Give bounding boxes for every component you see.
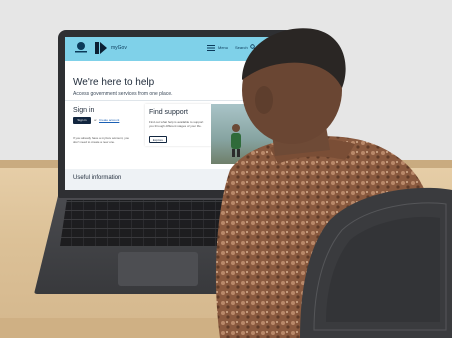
government-crest-icon [75, 42, 87, 53]
photo-scene: myGov Menu Search We're here to help Acc… [0, 0, 452, 338]
page-title: We're here to help [73, 77, 155, 88]
mygov-logo-icon [95, 42, 107, 54]
laptop-trackpad [118, 252, 198, 286]
sign-in-button-label: Sign in [77, 118, 87, 122]
office-chair [300, 187, 452, 338]
useful-information-heading: Useful information [73, 175, 122, 181]
explore-button-label: Explore [152, 138, 164, 142]
sign-in-note: If you already have a myGov account, you… [73, 136, 130, 144]
create-account-link[interactable]: Create account [99, 118, 119, 122]
explore-button[interactable]: Explore [149, 136, 167, 143]
sign-in-button[interactable]: Sign in [73, 117, 91, 124]
or-text: or [94, 118, 97, 122]
page-subtitle: Access government services from one plac… [73, 91, 173, 97]
brand-name: myGov [111, 45, 127, 51]
sign-in-heading: Sign in [73, 107, 95, 114]
find-support-heading: Find support [149, 109, 188, 116]
